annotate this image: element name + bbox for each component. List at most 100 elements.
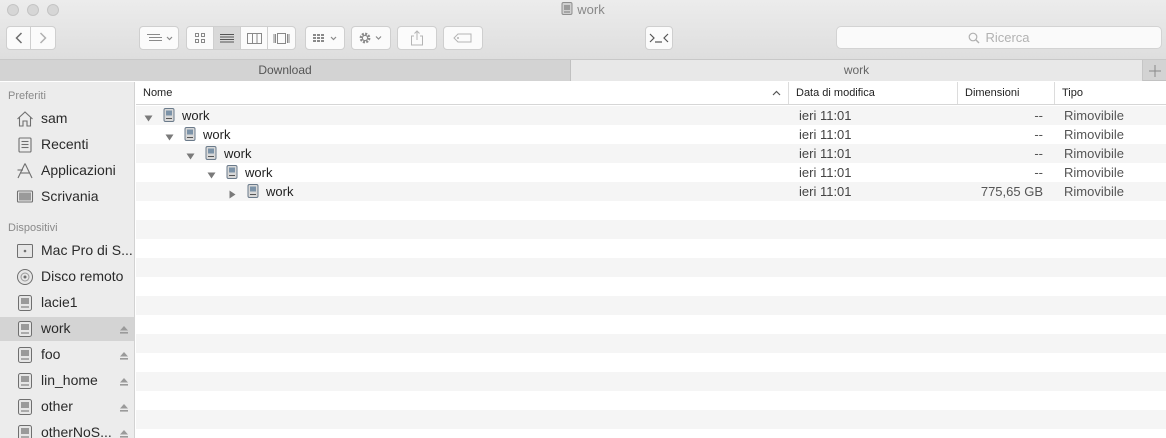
file-name: work xyxy=(224,146,252,161)
drive-icon xyxy=(16,346,34,364)
forward-button[interactable] xyxy=(31,27,55,49)
file-row[interactable]: work ieri 11:01 -- Rimovibile xyxy=(136,144,1166,163)
toolbar: work Ricerca xyxy=(0,0,1166,59)
list-icon xyxy=(220,34,234,43)
eject-icon[interactable] xyxy=(119,349,129,360)
column-header-kind[interactable]: Tipo xyxy=(1054,82,1166,104)
file-row[interactable]: work ieri 11:01 -- Rimovibile xyxy=(136,163,1166,182)
drive-icon xyxy=(16,398,34,416)
disclosure-expanded-icon[interactable] xyxy=(186,149,195,164)
file-kind: Rimovibile xyxy=(1064,184,1124,199)
tab-work[interactable]: work xyxy=(571,60,1142,81)
row-stripe xyxy=(136,410,1166,429)
chevron-left-icon xyxy=(14,32,22,44)
group-grid-icon xyxy=(313,34,337,42)
sidebar-item-label: other xyxy=(41,398,73,414)
action-button[interactable] xyxy=(351,26,391,50)
file-size: -- xyxy=(1034,127,1043,142)
window-title: work xyxy=(0,2,1166,18)
sidebar-item-disco-remoto[interactable]: Disco remoto xyxy=(0,265,134,289)
tags-button[interactable] xyxy=(443,26,483,50)
disclosure-expanded-icon[interactable] xyxy=(165,130,174,145)
file-name: work xyxy=(245,165,273,180)
tab-download[interactable]: Download xyxy=(0,60,571,81)
column-header-modified[interactable]: Data di modifica xyxy=(788,82,957,104)
back-button[interactable] xyxy=(7,27,31,49)
sidebar-item-lacie1[interactable]: lacie1 xyxy=(0,291,134,315)
sidebar-item-scrivania[interactable]: Scrivania xyxy=(0,185,134,209)
row-stripe xyxy=(136,258,1166,277)
icon-view-button[interactable] xyxy=(187,27,214,49)
navigation-buttons xyxy=(6,26,56,50)
file-name: work xyxy=(182,108,210,123)
sidebar-item-foo[interactable]: foo xyxy=(0,343,134,367)
desktop-icon xyxy=(16,188,34,206)
sidebar-item-sam[interactable]: sam xyxy=(0,107,134,131)
applications-icon xyxy=(16,162,34,180)
share-button[interactable] xyxy=(397,26,437,50)
column-header: Nome Data di modifica Dimensioni Tipo xyxy=(136,82,1166,105)
row-stripe xyxy=(136,220,1166,239)
gallery-icon xyxy=(273,32,290,44)
sidebar-item-applicazioni[interactable]: Applicazioni xyxy=(0,159,134,183)
column-header-name[interactable]: Nome xyxy=(136,82,788,104)
sidebar-item-label: lacie1 xyxy=(41,294,78,310)
terminal-button[interactable] xyxy=(645,26,673,50)
row-stripe xyxy=(136,353,1166,372)
sidebar-item-othernos[interactable]: otherNoS... xyxy=(0,421,134,438)
sidebar-item-work[interactable]: work xyxy=(0,317,134,341)
disclosure-expanded-icon[interactable] xyxy=(144,111,153,126)
file-name: work xyxy=(266,184,294,199)
sidebar-item-label: foo xyxy=(41,346,61,362)
drive-icon xyxy=(16,294,34,312)
row-stripe xyxy=(136,429,1166,438)
sidebar-item-lin-home[interactable]: lin_home xyxy=(0,369,134,393)
disclosure-expanded-icon[interactable] xyxy=(207,168,216,183)
row-stripe xyxy=(136,315,1166,334)
file-size: -- xyxy=(1034,165,1043,180)
file-row[interactable]: work ieri 11:01 -- Rimovibile xyxy=(136,106,1166,125)
row-stripe xyxy=(136,239,1166,258)
eject-icon[interactable] xyxy=(119,427,129,438)
computer-icon xyxy=(16,242,34,260)
sidebar-item-label: Disco remoto xyxy=(41,268,124,284)
row-stripe xyxy=(136,201,1166,220)
drive-icon xyxy=(561,2,573,18)
gallery-view-button[interactable] xyxy=(268,27,295,49)
drive-icon xyxy=(183,127,197,141)
sidebar-item-label: work xyxy=(41,320,71,336)
drive-icon xyxy=(246,184,260,198)
eject-icon[interactable] xyxy=(119,375,129,386)
gear-icon xyxy=(359,32,382,44)
search-field[interactable]: Ricerca xyxy=(836,26,1162,49)
group-button[interactable] xyxy=(305,26,345,50)
file-row[interactable]: work ieri 11:01 -- Rimovibile xyxy=(136,125,1166,144)
arrange-button[interactable] xyxy=(139,26,179,50)
sidebar-item-recenti[interactable]: Recenti xyxy=(0,133,134,157)
row-stripe xyxy=(136,372,1166,391)
grid-icon xyxy=(195,33,205,43)
file-modified: ieri 11:01 xyxy=(799,165,852,180)
list-view-button[interactable] xyxy=(214,27,241,49)
row-stripe xyxy=(136,334,1166,353)
terminal-icon xyxy=(649,33,669,43)
sidebar-item-label: Applicazioni xyxy=(41,162,116,178)
sidebar-item-label: sam xyxy=(41,110,68,126)
search-placeholder: Ricerca xyxy=(985,30,1030,45)
new-tab-button[interactable] xyxy=(1142,60,1166,81)
sort-ascending-icon[interactable] xyxy=(772,90,781,96)
file-row[interactable]: work ieri 11:01 775,65 GB Rimovibile xyxy=(136,182,1166,201)
row-stripe xyxy=(136,296,1166,315)
sidebar: Preferiti sam Recenti Applicazioni Scriv… xyxy=(0,82,135,438)
file-size: 775,65 GB xyxy=(980,184,1043,199)
sidebar-item-label: lin_home xyxy=(41,372,98,388)
column-header-size[interactable]: Dimensioni xyxy=(957,82,1054,104)
sidebar-item-other[interactable]: other xyxy=(0,395,134,419)
eject-icon[interactable] xyxy=(119,401,129,412)
home-icon xyxy=(16,110,34,128)
disclosure-collapsed-icon[interactable] xyxy=(228,187,237,202)
sidebar-item-mac-pro[interactable]: Mac Pro di S... xyxy=(0,239,134,263)
column-view-button[interactable] xyxy=(241,27,268,49)
eject-icon[interactable] xyxy=(119,323,129,334)
file-kind: Rimovibile xyxy=(1064,108,1124,123)
